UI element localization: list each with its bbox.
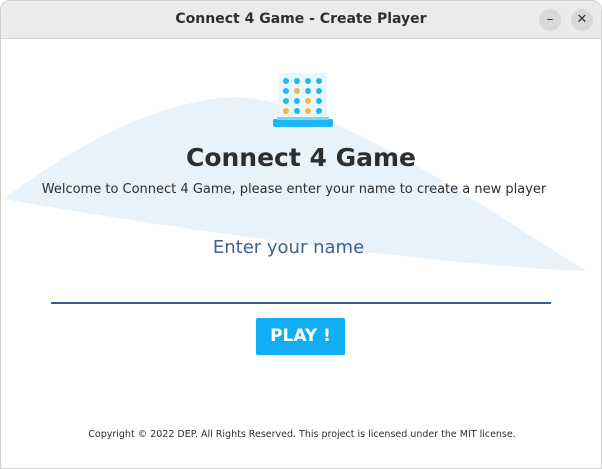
welcome-subtitle: Welcome to Connect 4 Game, please enter … [41, 182, 547, 197]
window-title: Connect 4 Game - Create Player [175, 11, 427, 27]
create-player-panel: Connect 4 Game Welcome to Connect 4 Game… [1, 39, 601, 468]
close-button[interactable]: ✕ [571, 9, 593, 31]
app-window: Connect 4 Game - Create Player – ✕ Conne… [0, 0, 602, 469]
close-icon: ✕ [576, 12, 588, 27]
title-bar: Connect 4 Game - Create Player – ✕ [1, 1, 601, 39]
play-button[interactable]: PLAY ! [256, 318, 345, 355]
page-title: Connect 4 Game [185, 143, 417, 172]
minimize-icon: – [546, 12, 554, 27]
connect-four-board-icon [273, 73, 333, 127]
copyright-footer: Copyright © 2022 DEP. All Rights Reserve… [88, 429, 516, 440]
player-name-input[interactable] [51, 232, 551, 304]
minimize-button[interactable]: – [539, 9, 561, 31]
